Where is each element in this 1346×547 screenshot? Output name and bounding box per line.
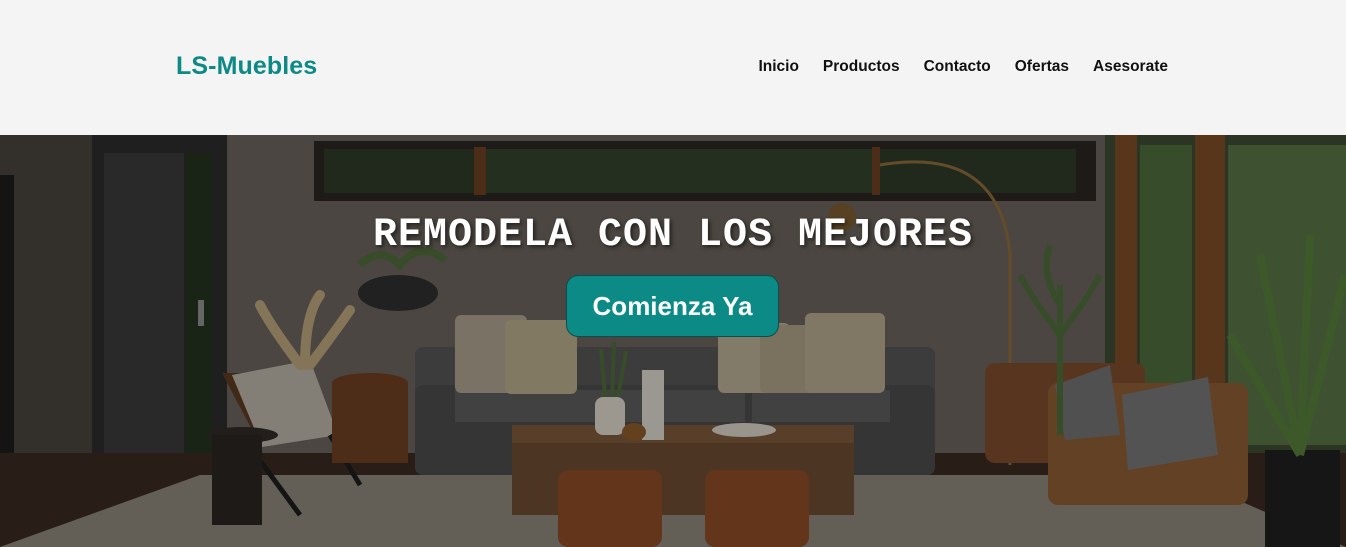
site-logo[interactable]: LS-Muebles (176, 52, 317, 81)
site-header: LS-Muebles Inicio Productos Contacto Ofe… (0, 0, 1346, 135)
nav-link-productos[interactable]: Productos (823, 58, 900, 76)
comienza-ya-button[interactable]: Comienza Ya (566, 275, 779, 337)
hero-section: REMODELA CON LOS MEJORES Comienza Ya (0, 135, 1346, 547)
hero-overlay (0, 135, 1346, 547)
nav-link-contacto[interactable]: Contacto (924, 58, 991, 76)
nav-link-ofertas[interactable]: Ofertas (1015, 58, 1069, 76)
hero-title: REMODELA CON LOS MEJORES (372, 213, 974, 258)
main-nav: Inicio Productos Contacto Ofertas Asesor… (758, 58, 1168, 76)
nav-link-inicio[interactable]: Inicio (758, 58, 798, 76)
nav-link-asesorate[interactable]: Asesorate (1093, 58, 1168, 76)
